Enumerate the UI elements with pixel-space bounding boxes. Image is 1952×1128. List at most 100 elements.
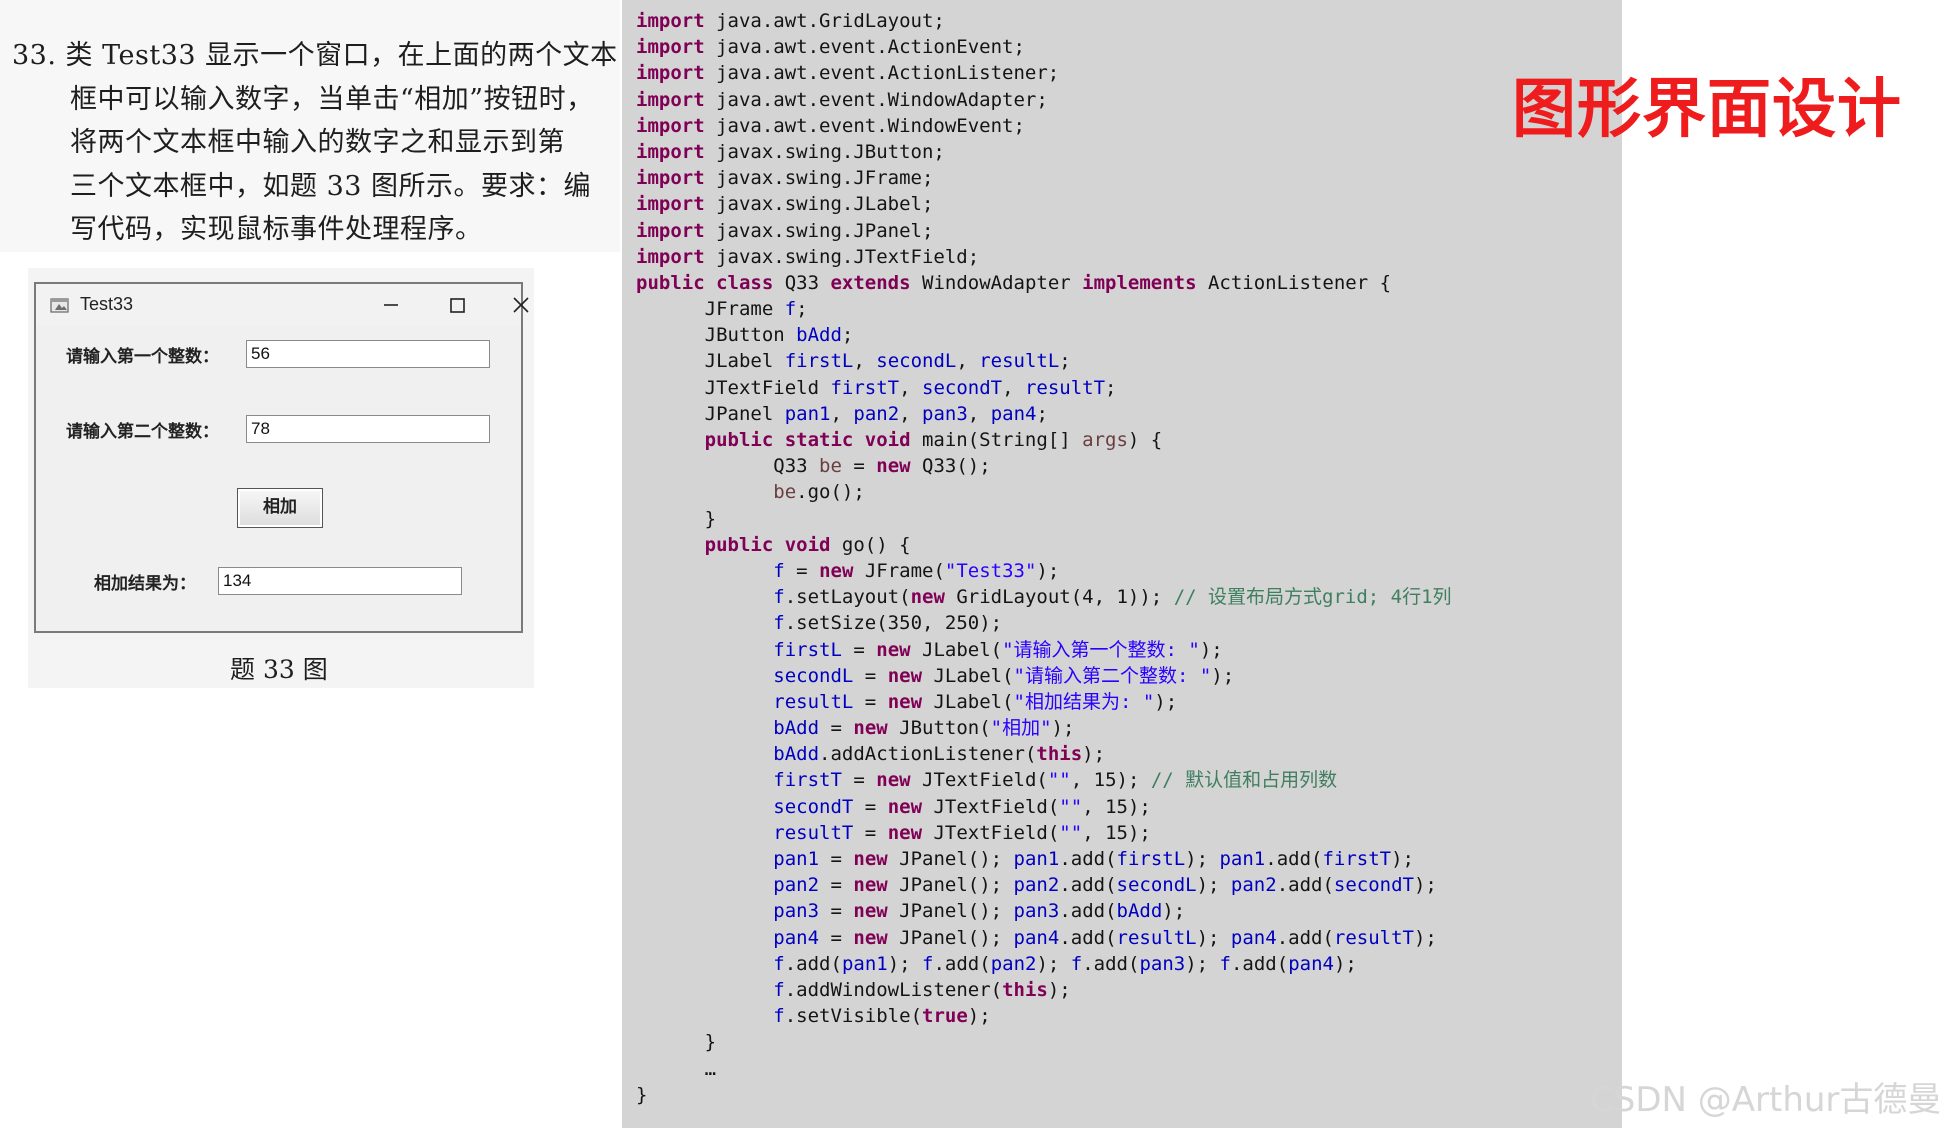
code-token: .add( (1059, 926, 1117, 949)
code-token: firstL (1116, 848, 1186, 870)
code-line: import javax.swing.JPanel; (636, 218, 1452, 244)
code-token: JTextField( (922, 795, 1060, 818)
second-number-field[interactable]: 78 (246, 415, 490, 443)
code-token: ); (1333, 952, 1357, 975)
code-token: firstL (784, 350, 854, 373)
minimize-icon[interactable] (372, 290, 410, 320)
code-token: .setVisible( (784, 1005, 923, 1028)
code-token: new (887, 795, 923, 818)
code-token: pan2 (990, 952, 1037, 975)
code-token: } (636, 1031, 717, 1054)
code-token: secondL (773, 664, 854, 687)
result-label: 相加结果为： (94, 574, 196, 594)
code-token: = (819, 900, 854, 923)
code-token: JTextField( (922, 821, 1060, 844)
code-token: ; (796, 298, 808, 321)
close-icon[interactable] (502, 290, 540, 320)
code-token: pan3 (1139, 952, 1186, 975)
code-token: ); (1154, 690, 1178, 713)
code-line: pan3 = new JPanel(); pan3.add(bAdd); (636, 898, 1452, 924)
code-token: = (819, 717, 854, 740)
code-token: pan1 (784, 402, 831, 425)
code-token: .add( (1230, 952, 1289, 975)
code-token: ); (1413, 874, 1437, 897)
code-token: JButton (636, 324, 797, 347)
code-token: JPanel(); (887, 848, 1014, 870)
code-token: firstT (773, 769, 842, 792)
code-line: import java.awt.event.ActionEvent; (636, 34, 1452, 60)
code-token: firstT (830, 376, 900, 399)
add-button[interactable]: 相加 (237, 488, 323, 528)
code-token: … (636, 1057, 717, 1080)
code-token: JButton( (887, 717, 991, 740)
code-line: public static void main(String[] args) { (636, 427, 1452, 453)
code-token: JLabel (636, 350, 785, 373)
code-token: = (819, 848, 854, 870)
code-token: ); (1413, 926, 1437, 949)
code-token: ) { (1127, 429, 1163, 451)
code-token: javax.swing.JLabel; (704, 193, 934, 216)
code-token: "请输入第二个整数: " (1013, 664, 1212, 687)
code-token: javax.swing.JPanel; (704, 219, 934, 242)
code-line: … (636, 1056, 1452, 1082)
code-line: JPanel pan1, pan2, pan3, pan4; (636, 401, 1452, 427)
code-token: ); (1047, 978, 1071, 1001)
code-token: } (636, 1083, 648, 1106)
code-line: Q33 be = new Q33(); (636, 453, 1452, 479)
code-token: java.awt.GridLayout; (704, 10, 945, 32)
code-token: javax.swing.JTextField; (704, 245, 980, 268)
code-token: resultL (773, 690, 854, 713)
code-token: f (1070, 952, 1083, 975)
code-token: import (636, 193, 705, 216)
code-token: import (636, 140, 705, 163)
code-line: secondL = new JLabel("请输入第二个整数: "); (636, 663, 1452, 689)
code-token: // 设置布局方式grid; 4行1列 (1173, 586, 1452, 609)
code-token: } (636, 507, 717, 530)
code-token: java.awt.event.WindowEvent; (704, 114, 1025, 137)
code-token: new (876, 638, 911, 661)
code-line: f.setVisible(true); (636, 1003, 1452, 1029)
code-token: new (853, 900, 888, 923)
code-token: resultT (1024, 376, 1106, 399)
code-token: bAdd (773, 743, 820, 766)
code-line: import javax.swing.JTextField; (636, 244, 1452, 270)
code-token: JPanel (636, 402, 785, 425)
code-token: "Test33" (944, 559, 1037, 582)
result-field[interactable]: 134 (218, 567, 462, 595)
title-bar[interactable]: Test33 (36, 284, 529, 326)
maximize-icon[interactable] (438, 290, 476, 320)
code-token: JPanel(); (887, 926, 1014, 949)
first-number-field[interactable]: 56 (246, 340, 490, 368)
code-token: extends (830, 271, 911, 294)
code-token: "相加结果为: " (1013, 690, 1155, 713)
code-token: ); (1051, 717, 1075, 740)
code-token: ); (1185, 952, 1220, 975)
code-line: import java.awt.GridLayout; (636, 8, 1452, 34)
code-token: Q33(); (910, 455, 991, 478)
code-line: f.add(pan1); f.add(pan2); f.add(pan3); f… (636, 951, 1452, 977)
section-title: 图形界面设计 (1512, 73, 1902, 147)
code-token: pan2 (773, 874, 820, 897)
code-line: secondT = new JTextField("", 15); (636, 794, 1452, 820)
code-token: new (876, 769, 911, 792)
code-token: java.awt.event.ActionListener; (704, 62, 1060, 85)
code-line: resultL = new JLabel("相加结果为: "); (636, 689, 1452, 715)
code-token: JLabel( (910, 638, 1003, 661)
code-token: , (830, 402, 854, 425)
code-token: = (841, 638, 877, 661)
code-line: bAdd = new JButton("相加"); (636, 715, 1452, 741)
code-token: ActionListener { (1196, 271, 1392, 294)
code-token: "" (1059, 821, 1083, 844)
code-token: java.awt.event.WindowAdapter; (704, 88, 1048, 111)
code-line: pan1 = new JPanel(); pan1.add(firstL); p… (636, 846, 1452, 872)
code-token: be (819, 455, 842, 478)
code-token: = (819, 874, 854, 897)
code-panel: import java.awt.GridLayout; import java.a… (622, 0, 1622, 1128)
